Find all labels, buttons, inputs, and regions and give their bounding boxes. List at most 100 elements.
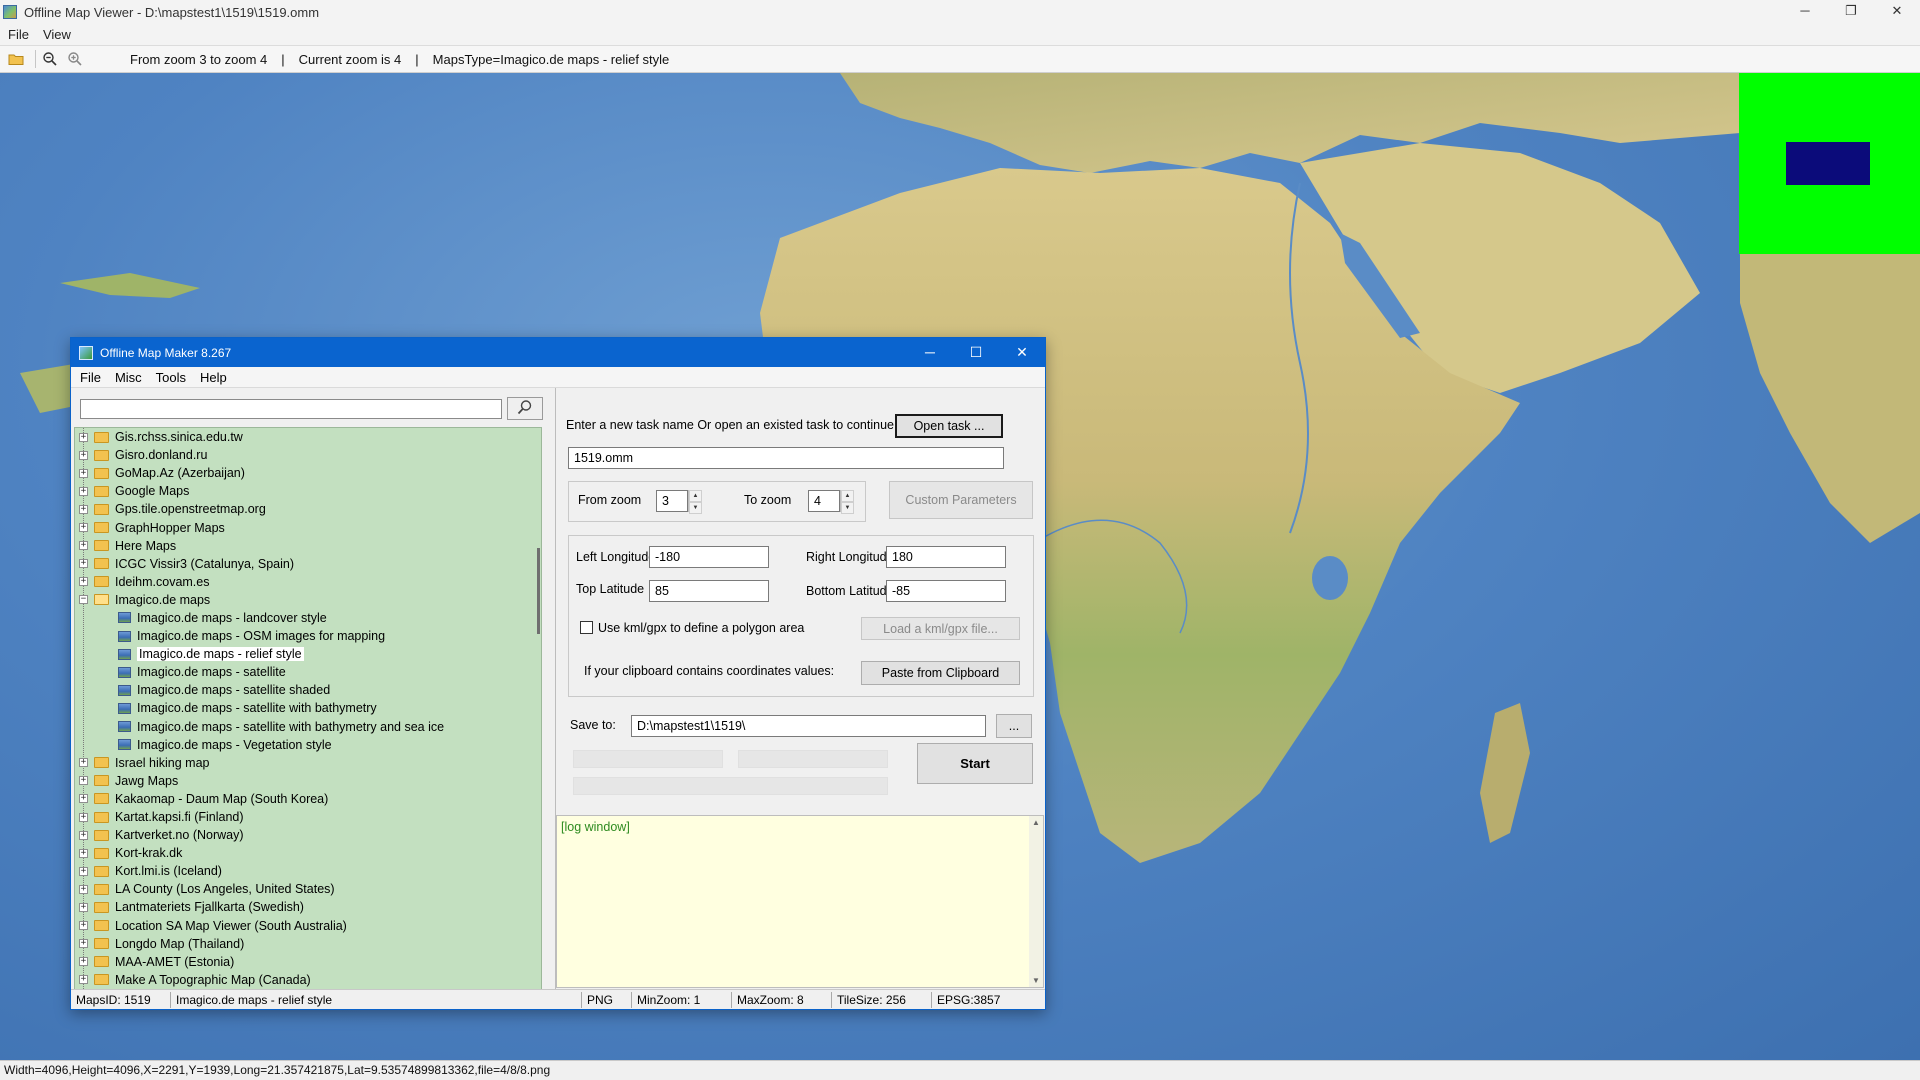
- tree-folder-item[interactable]: − Imagico.de maps: [75, 591, 541, 609]
- expand-icon[interactable]: +: [79, 975, 88, 985]
- tree-folder-item[interactable]: + Israel hiking map: [75, 754, 541, 772]
- maps-search-input[interactable]: [80, 399, 502, 419]
- dialog-maximize-button[interactable]: ☐: [953, 338, 999, 367]
- dialog-menu-tools[interactable]: Tools: [156, 370, 186, 385]
- maps-tree[interactable]: + Gis.rchss.sinica.edu.tw + Gisro.donland.r…: [74, 427, 542, 990]
- zoom-out-icon[interactable]: [40, 49, 60, 69]
- tree-folder-item[interactable]: + ICGC Vissir3 (Catalunya, Spain): [75, 555, 541, 573]
- spin-up-icon[interactable]: ▲: [841, 490, 854, 502]
- right-longitude-input[interactable]: 180: [886, 546, 1006, 568]
- maximize-button[interactable]: ❐: [1828, 0, 1874, 24]
- tree-map-item[interactable]: Imagico.de maps - Vegetation style: [75, 736, 541, 754]
- tree-folder-item[interactable]: + GraphHopper Maps: [75, 518, 541, 536]
- dialog-titlebar[interactable]: Offline Map Maker 8.267 ─ ☐ ✕: [71, 338, 1045, 367]
- open-folder-icon[interactable]: [6, 49, 26, 69]
- paste-clipboard-button[interactable]: Paste from Clipboard: [861, 661, 1020, 685]
- tree-folder-item[interactable]: + Jawg Maps: [75, 772, 541, 790]
- expand-icon[interactable]: +: [79, 776, 88, 786]
- tree-map-item[interactable]: Imagico.de maps - satellite with bathyme…: [75, 718, 541, 736]
- save-path-input[interactable]: D:\mapstest1\1519\: [631, 715, 986, 737]
- expand-icon[interactable]: +: [79, 830, 88, 840]
- load-kml-button[interactable]: Load a kml/gpx file...: [861, 617, 1020, 640]
- bottom-latitude-input[interactable]: -85: [886, 580, 1006, 602]
- tree-folder-item[interactable]: + Kartat.kapsi.fi (Finland): [75, 808, 541, 826]
- expand-icon[interactable]: +: [79, 866, 88, 876]
- collapse-icon[interactable]: −: [79, 595, 88, 605]
- top-latitude-input[interactable]: 85: [649, 580, 769, 602]
- dialog-menu-misc[interactable]: Misc: [115, 370, 142, 385]
- expand-icon[interactable]: +: [79, 559, 88, 569]
- search-button[interactable]: [507, 397, 543, 420]
- overview-minimap[interactable]: [1739, 73, 1920, 254]
- open-task-button[interactable]: Open task ...: [895, 414, 1003, 438]
- expand-icon[interactable]: +: [79, 468, 88, 478]
- spin-up-icon[interactable]: ▲: [689, 490, 702, 502]
- expand-icon[interactable]: +: [79, 957, 88, 967]
- tree-scrollbar-thumb[interactable]: [537, 548, 540, 634]
- expand-icon[interactable]: +: [79, 812, 88, 822]
- tree-folder-item[interactable]: + Gis.rchss.sinica.edu.tw: [75, 428, 541, 446]
- expand-icon[interactable]: +: [79, 486, 88, 496]
- from-zoom-spinner[interactable]: ▲ ▼: [688, 490, 702, 514]
- dialog-minimize-button[interactable]: ─: [907, 338, 953, 367]
- expand-icon[interactable]: +: [79, 450, 88, 460]
- expand-icon[interactable]: +: [79, 577, 88, 587]
- log-window[interactable]: [log window] ▲ ▼: [556, 815, 1044, 988]
- task-name-input[interactable]: 1519.omm: [568, 447, 1004, 469]
- to-zoom-input[interactable]: 4: [808, 490, 840, 512]
- tree-folder-item[interactable]: + Kort.lmi.is (Iceland): [75, 862, 541, 880]
- dialog-menu-file[interactable]: File: [80, 370, 101, 385]
- tree-folder-item[interactable]: + Kartverket.no (Norway): [75, 826, 541, 844]
- tree-map-item[interactable]: Imagico.de maps - landcover style: [75, 609, 541, 627]
- expand-icon[interactable]: +: [79, 758, 88, 768]
- to-zoom-spinner[interactable]: ▲ ▼: [840, 490, 854, 514]
- zoom-in-icon[interactable]: [65, 49, 85, 69]
- tree-map-item[interactable]: Imagico.de maps - relief style: [75, 645, 541, 663]
- tree-map-item[interactable]: Imagico.de maps - OSM images for mapping: [75, 627, 541, 645]
- menu-file[interactable]: File: [8, 27, 29, 42]
- dialog-menu-help[interactable]: Help: [200, 370, 227, 385]
- expand-icon[interactable]: +: [79, 794, 88, 804]
- expand-icon[interactable]: +: [79, 523, 88, 533]
- expand-icon[interactable]: +: [79, 921, 88, 931]
- left-longitude-input[interactable]: -180: [649, 546, 769, 568]
- tree-folder-item[interactable]: + Location SA Map Viewer (South Australia…: [75, 917, 541, 935]
- expand-icon[interactable]: +: [79, 902, 88, 912]
- tree-folder-item[interactable]: + Longdo Map (Thailand): [75, 935, 541, 953]
- tree-folder-item[interactable]: + GoMap.Az (Azerbaijan): [75, 464, 541, 482]
- tree-folder-item[interactable]: + Lantmateriets Fjallkarta (Swedish): [75, 898, 541, 916]
- tree-folder-item[interactable]: + Kort-krak.dk: [75, 844, 541, 862]
- start-button[interactable]: Start: [917, 743, 1033, 784]
- tree-map-item[interactable]: Imagico.de maps - satellite with bathyme…: [75, 699, 541, 717]
- tree-folder-item[interactable]: + Gisro.donland.ru: [75, 446, 541, 464]
- log-scrollbar[interactable]: ▲ ▼: [1029, 816, 1043, 987]
- expand-icon[interactable]: +: [79, 884, 88, 894]
- menu-view[interactable]: View: [43, 27, 71, 42]
- close-button[interactable]: ✕: [1874, 0, 1920, 24]
- tree-folder-item[interactable]: + Kakaomap - Daum Map (South Korea): [75, 790, 541, 808]
- tree-folder-item[interactable]: + MAA-AMET (Estonia): [75, 953, 541, 971]
- tree-folder-item[interactable]: + Google Maps: [75, 482, 541, 500]
- spin-down-icon[interactable]: ▼: [689, 502, 702, 514]
- expand-icon[interactable]: +: [79, 504, 88, 514]
- expand-icon[interactable]: +: [79, 432, 88, 442]
- scroll-up-icon[interactable]: ▲: [1032, 818, 1040, 827]
- tree-folder-item[interactable]: + LA County (Los Angeles, United States): [75, 880, 541, 898]
- tree-folder-item[interactable]: + Here Maps: [75, 537, 541, 555]
- expand-icon[interactable]: +: [79, 848, 88, 858]
- tree-folder-item[interactable]: + Gps.tile.openstreetmap.org: [75, 500, 541, 518]
- expand-icon[interactable]: +: [79, 541, 88, 551]
- overview-viewport-rect[interactable]: [1786, 142, 1870, 185]
- tree-map-item[interactable]: Imagico.de maps - satellite: [75, 663, 541, 681]
- custom-parameters-button[interactable]: Custom Parameters: [889, 481, 1033, 519]
- kml-polygon-checkbox[interactable]: [580, 621, 593, 634]
- from-zoom-input[interactable]: 3: [656, 490, 688, 512]
- tree-folder-item[interactable]: + Ideihm.covam.es: [75, 573, 541, 591]
- dialog-close-button[interactable]: ✕: [999, 338, 1045, 367]
- minimize-button[interactable]: ─: [1782, 0, 1828, 24]
- browse-button[interactable]: ...: [996, 714, 1032, 738]
- spin-down-icon[interactable]: ▼: [841, 502, 854, 514]
- tree-map-item[interactable]: Imagico.de maps - satellite shaded: [75, 681, 541, 699]
- scroll-down-icon[interactable]: ▼: [1032, 976, 1040, 985]
- tree-folder-item[interactable]: + Make A Topographic Map (Canada): [75, 971, 541, 989]
